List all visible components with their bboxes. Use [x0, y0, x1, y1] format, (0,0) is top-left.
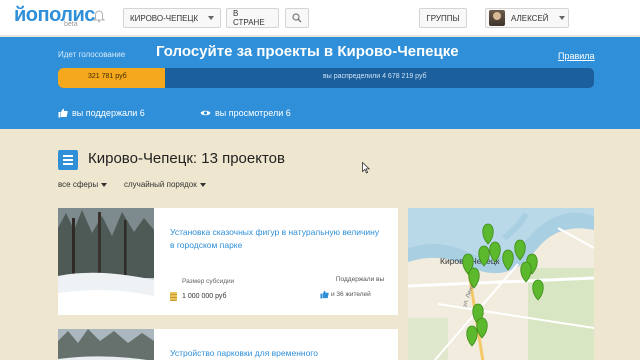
- map-pin-icon[interactable]: [468, 267, 480, 289]
- search-button[interactable]: [285, 8, 309, 28]
- project-photo[interactable]: [58, 329, 154, 360]
- sphere-filter-label: все сферы: [58, 180, 99, 189]
- project-card[interactable]: Устройство парковки для временного: [58, 329, 398, 360]
- logo[interactable]: йополис: [14, 4, 95, 27]
- sphere-filter-dropdown[interactable]: все сферы: [58, 180, 108, 189]
- viewed-projects-link[interactable]: вы просмотрели 6: [200, 108, 291, 118]
- vote-status: Идет голосование: [58, 50, 126, 59]
- project-title-link[interactable]: Устройство парковки для временного: [170, 347, 380, 360]
- groups-button[interactable]: ГРУППЫ: [419, 8, 467, 28]
- list-view-icon[interactable]: [58, 150, 78, 170]
- city-select[interactable]: КИРОВО-ЧЕПЕЦК: [123, 8, 221, 28]
- user-name: АЛЕКСЕЙ: [511, 13, 549, 23]
- map-pin-icon[interactable]: [482, 223, 494, 245]
- vote-title: Голосуйте за проекты в Кирово-Чепецке: [156, 43, 459, 60]
- map-pin-icon[interactable]: [478, 245, 490, 267]
- supported-count: вы поддержали 6: [72, 108, 145, 118]
- city-select-value: КИРОВО-ЧЕПЕЦК: [130, 13, 199, 23]
- order-filter-label: случайный порядок: [124, 180, 197, 189]
- in-country-button[interactable]: В СТРАНЕ: [226, 8, 279, 28]
- in-country-label: В СТРАНЕ: [233, 9, 265, 27]
- budget-progress-bar: 321 781 руб вы распределили 4 678 219 ру…: [58, 68, 594, 88]
- map-pin-icon[interactable]: [466, 325, 478, 347]
- user-menu[interactable]: АЛЕКСЕЙ: [485, 8, 569, 28]
- support-label: Поддержали вы: [335, 276, 385, 283]
- rules-link[interactable]: Правила: [558, 51, 595, 61]
- project-photo[interactable]: [58, 208, 154, 315]
- projects-map[interactable]: Кирово-Чепецк ул. Ленина: [408, 208, 594, 360]
- chevron-down-icon: [199, 182, 206, 187]
- search-icon: [292, 13, 302, 23]
- support-count-value: и 36 жителей: [331, 291, 371, 298]
- supported-projects-link[interactable]: вы поддержали 6: [58, 108, 145, 118]
- distributed-amount: вы распределили 4 678 219 руб: [323, 73, 427, 80]
- avatar: [489, 10, 505, 26]
- logo-beta-label: beta: [64, 21, 78, 28]
- top-navigation-bar: йополис beta КИРОВО-ЧЕПЕЦК В СТРАНЕ ГРУП…: [0, 0, 640, 36]
- map-pin-icon[interactable]: [476, 317, 488, 339]
- subsidy-amount-value: 1 000 000 руб: [182, 293, 227, 300]
- thumbs-up-icon: [58, 108, 68, 118]
- subsidy-label: Размер субсидии: [182, 278, 235, 285]
- viewed-count: вы просмотрели 6: [215, 108, 291, 118]
- map-pins: [462, 223, 544, 347]
- my-budget-amount: 321 781 руб: [88, 73, 127, 80]
- chevron-down-icon: [101, 182, 108, 187]
- groups-label: ГРУППЫ: [426, 13, 460, 23]
- subsidy-amount: 1 000 000 руб: [170, 292, 227, 301]
- project-card[interactable]: Установка сказочных фигур в натуральную …: [58, 208, 398, 315]
- map-pin-icon[interactable]: [489, 241, 501, 263]
- order-filter-dropdown[interactable]: случайный порядок: [124, 180, 206, 189]
- coins-icon: [170, 292, 177, 301]
- chevron-down-icon: [559, 16, 565, 20]
- map-pin-icon[interactable]: [520, 261, 532, 283]
- eye-icon: [200, 110, 211, 116]
- thumbs-up-icon: [320, 290, 329, 299]
- map-pin-icon[interactable]: [532, 279, 544, 301]
- page-title: Кирово-Чепецк: 13 проектов: [88, 150, 285, 167]
- mouse-cursor-icon: [362, 162, 370, 174]
- map-pin-icon[interactable]: [514, 239, 526, 261]
- map-pin-icon[interactable]: [502, 249, 514, 271]
- support-count[interactable]: и 36 жителей: [320, 290, 371, 299]
- chevron-down-icon: [208, 16, 214, 20]
- bell-icon[interactable]: [93, 10, 105, 23]
- project-title-link[interactable]: Установка сказочных фигур в натуральную …: [170, 226, 380, 252]
- voting-banner: Идет голосование Голосуйте за проекты в …: [0, 37, 640, 129]
